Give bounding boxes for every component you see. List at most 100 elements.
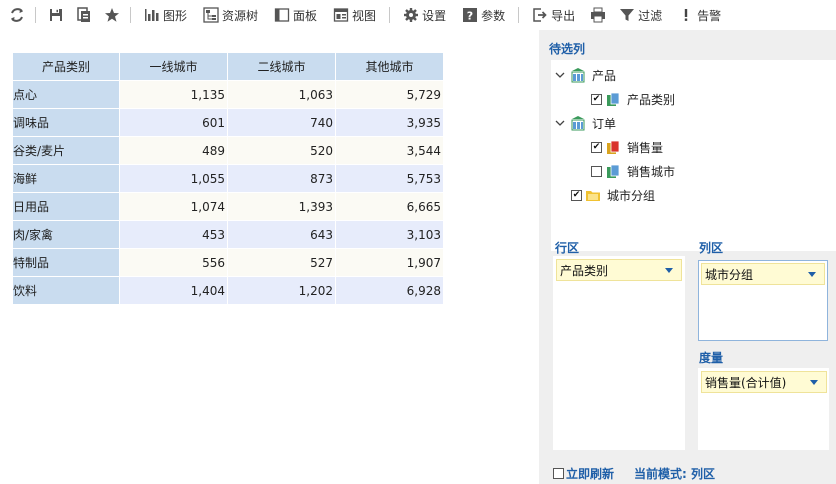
table-cell[interactable]: 1,135: [119, 80, 228, 109]
tree-node-product[interactable]: 产品: [555, 66, 616, 84]
table-row: 调味品 601 740 3,935: [12, 108, 444, 137]
table-cell[interactable]: 520: [227, 136, 336, 165]
tree-node-city-group[interactable]: ✔ 城市分组: [571, 186, 655, 204]
current-mode-text: 当前模式: 列区: [634, 467, 715, 481]
tree-node-sales-city[interactable]: 销售城市: [591, 162, 675, 180]
row-header[interactable]: 点心: [12, 80, 120, 109]
tree-node-label: 销售量: [627, 140, 664, 155]
exclamation-icon: [684, 9, 688, 21]
table-cell[interactable]: 1,074: [119, 192, 228, 221]
table-row: 肉/家禽 453 643 3,103: [12, 220, 444, 249]
resource-tree-button[interactable]: 资源树: [199, 3, 262, 27]
print-button[interactable]: [587, 3, 609, 27]
filter-button[interactable]: 过滤: [615, 3, 666, 27]
alert-button[interactable]: 告警: [674, 3, 725, 27]
tree-icon: [203, 7, 219, 23]
toolbar-separator: [518, 7, 520, 23]
table-cell[interactable]: 3,544: [335, 136, 444, 165]
settings-button[interactable]: 设置: [399, 3, 450, 27]
panel-icon: [274, 8, 290, 22]
column-header[interactable]: 一线城市: [119, 52, 228, 81]
table-cell[interactable]: 556: [119, 248, 228, 277]
table-icon: [571, 68, 585, 83]
parameters-button[interactable]: ? 参数: [458, 3, 509, 27]
dropdown-arrow-icon[interactable]: [810, 379, 818, 385]
column-zone[interactable]: 城市分组: [698, 260, 828, 341]
table-cell[interactable]: 489: [119, 136, 228, 165]
save-as-button[interactable]: [73, 3, 95, 27]
save-button[interactable]: [45, 3, 67, 27]
toolbar-separator: [130, 7, 131, 23]
row-header[interactable]: 特制品: [12, 248, 120, 277]
measure-zone-title: 度量: [699, 351, 724, 365]
city-group-checkbox[interactable]: ✔: [571, 189, 582, 201]
export-button[interactable]: 导出: [528, 3, 579, 27]
table-cell[interactable]: 1,055: [119, 164, 228, 193]
chevron-down-icon[interactable]: [555, 70, 565, 80]
dropdown-arrow-icon[interactable]: [665, 267, 673, 273]
chart-button[interactable]: 图形: [140, 3, 191, 27]
table-cell[interactable]: 6,928: [335, 276, 444, 305]
row-zone-field[interactable]: 产品类别: [556, 259, 682, 281]
table-cell[interactable]: 1,393: [227, 192, 336, 221]
column-header[interactable]: 二线城市: [227, 52, 336, 81]
sales-city-checkbox[interactable]: [591, 165, 602, 177]
row-header[interactable]: 调味品: [12, 108, 120, 137]
row-header[interactable]: 海鲜: [12, 164, 120, 193]
column-zone-field[interactable]: 城市分组: [701, 263, 825, 285]
column-header[interactable]: 其他城市: [335, 52, 444, 81]
table-cell[interactable]: 1,404: [119, 276, 228, 305]
table-row: 特制品 556 527 1,907: [12, 248, 444, 277]
measure-zone-field[interactable]: 销售量(合计值): [701, 371, 827, 393]
row-zone-field-label: 产品类别: [560, 263, 609, 278]
table-cell[interactable]: 1,907: [335, 248, 444, 277]
row-header[interactable]: 饮料: [12, 276, 120, 305]
field-tree: 产品 ✔ 产品类别 订单 ✔ 销售量 销售城市 ✔ 城市分组: [551, 60, 836, 251]
column-header[interactable]: 产品类别: [12, 52, 120, 81]
column-zone-title: 列区: [699, 241, 724, 255]
auto-refresh-label[interactable]: 立即刷新: [566, 465, 614, 482]
sales-volume-checkbox[interactable]: ✔: [591, 141, 602, 153]
table-cell[interactable]: 3,103: [335, 220, 444, 249]
tree-node-order[interactable]: 订单: [555, 114, 616, 132]
auto-refresh-checkbox[interactable]: [553, 468, 564, 479]
table-cell[interactable]: 1,202: [227, 276, 336, 305]
tree-node-product-category[interactable]: ✔ 产品类别: [591, 90, 675, 108]
column-zone-field-label: 城市分组: [705, 267, 754, 282]
table-cell[interactable]: 1,063: [227, 80, 336, 109]
table-cell[interactable]: 740: [227, 108, 336, 137]
favorite-button[interactable]: [101, 3, 123, 27]
export-button-label: 导出: [551, 8, 576, 23]
measure-zone[interactable]: 销售量(合计值): [698, 368, 829, 450]
view-icon: [333, 8, 349, 22]
table-cell[interactable]: 643: [227, 220, 336, 249]
export-icon: [533, 8, 547, 22]
refresh-button[interactable]: [6, 3, 28, 27]
product-category-checkbox[interactable]: ✔: [591, 93, 602, 105]
refresh-icon: [11, 8, 23, 22]
row-header[interactable]: 肉/家禽: [12, 220, 120, 249]
table-cell[interactable]: 5,729: [335, 80, 444, 109]
row-zone[interactable]: 产品类别: [553, 256, 685, 450]
chevron-down-icon[interactable]: [555, 118, 565, 128]
star-icon: [105, 8, 119, 22]
table-cell[interactable]: 527: [227, 248, 336, 277]
tree-node-sales-volume[interactable]: ✔ 销售量: [591, 138, 663, 156]
table-cell[interactable]: 5,753: [335, 164, 444, 193]
dimension-icon: [607, 92, 620, 106]
row-header[interactable]: 谷类/麦片: [12, 136, 120, 165]
table-cell[interactable]: 3,935: [335, 108, 444, 137]
view-button[interactable]: 视图: [329, 3, 380, 27]
table-icon: [571, 116, 585, 131]
save-as-icon: [77, 7, 90, 22]
table-cell[interactable]: 453: [119, 220, 228, 249]
save-icon: [50, 9, 62, 21]
table-cell[interactable]: 873: [227, 164, 336, 193]
filter-icon: [620, 9, 635, 21]
table-cell[interactable]: 601: [119, 108, 228, 137]
row-header[interactable]: 日用品: [12, 192, 120, 221]
panel-button[interactable]: 面板: [270, 3, 321, 27]
question-icon: ?: [463, 8, 478, 23]
dropdown-arrow-icon[interactable]: [808, 271, 816, 277]
table-cell[interactable]: 6,665: [335, 192, 444, 221]
